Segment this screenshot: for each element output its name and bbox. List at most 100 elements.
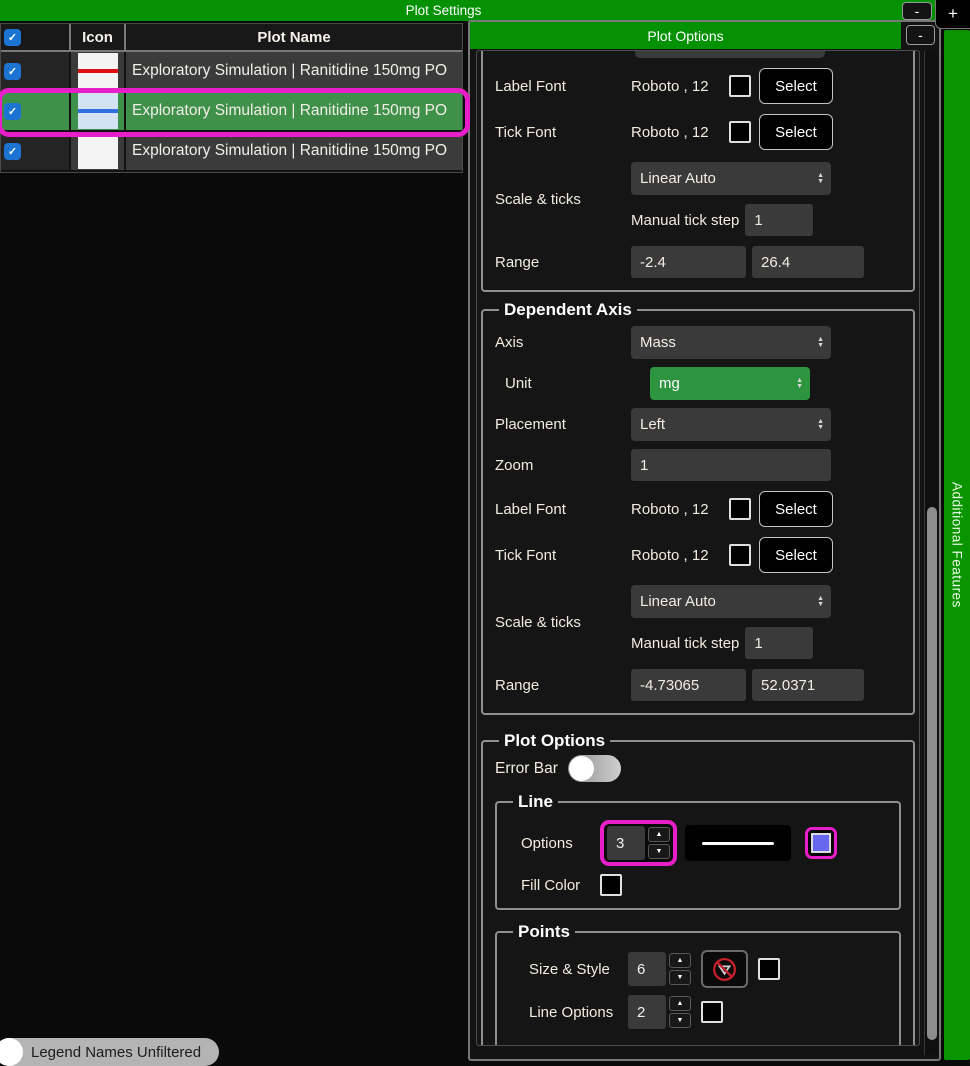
unit-combobox[interactable]: mg ▲▼ <box>650 367 810 400</box>
add-plot-button[interactable]: + <box>935 0 970 29</box>
row-check-cell: ✓ <box>1 92 71 130</box>
dependent-axis-title: Dependent Axis <box>499 300 637 320</box>
spinner-down-button[interactable]: ▼ <box>669 1013 691 1028</box>
combobox-arrows-icon: ▲▼ <box>817 337 824 349</box>
table-row[interactable]: ✓ Exploratory Simulation | Ranitidine 15… <box>1 92 462 132</box>
point-line-options-row: Line Options 2 ▲ ▼ <box>509 994 887 1030</box>
size-style-row: Size & Style 6 ▲ ▼ <box>509 950 887 988</box>
scale-ticks-label: Scale & ticks <box>495 191 631 208</box>
line-width-value[interactable]: 3 <box>607 826 645 860</box>
range-min-input[interactable]: -2.4 <box>631 246 746 278</box>
panel-minimize-button[interactable]: - <box>906 25 935 45</box>
line-group: Line Options 3 ▲ ▼ <box>495 792 901 910</box>
select-font-button[interactable]: Select <box>759 114 833 150</box>
points-group: Points Size & Style 6 ▲ ▼ <box>495 922 901 1046</box>
point-size-value[interactable]: 6 <box>628 952 666 986</box>
font-color-swatch[interactable] <box>729 498 751 520</box>
spinner-down-button[interactable]: ▼ <box>669 970 691 985</box>
axis-row: Axis Mass ▲▼ <box>495 326 901 359</box>
zoom-input[interactable]: 1 <box>631 449 831 481</box>
label-font-value: Roboto , 12 <box>631 501 729 518</box>
placement-combobox[interactable]: Left ▲▼ <box>631 408 831 441</box>
table-row[interactable]: ✓ Exploratory Simulation | Ranitidine 15… <box>1 132 462 172</box>
font-color-swatch[interactable] <box>729 75 751 97</box>
range-max-input[interactable]: 26.4 <box>752 246 864 278</box>
error-bar-toggle[interactable] <box>568 755 621 782</box>
clipped-combobox[interactable] <box>635 51 825 58</box>
unit-label: Unit <box>495 375 631 392</box>
axis-value: Mass <box>640 334 676 351</box>
table-row[interactable]: ✓ Exploratory Simulation | Ranitidine 15… <box>1 52 462 92</box>
line-style-preview[interactable] <box>685 825 791 861</box>
scale-combobox[interactable]: Linear Auto ▲▼ <box>631 585 831 618</box>
tick-font-label: Tick Font <box>495 547 631 564</box>
row-checkbox[interactable]: ✓ <box>4 143 21 160</box>
line-options-label: Options <box>509 835 600 852</box>
range-row: Range -4.73065 52.0371 <box>495 669 901 701</box>
scale-ticks-label: Scale & ticks <box>495 614 631 631</box>
additional-features-tab[interactable]: Additional Features <box>944 30 970 1060</box>
legend-names-toggle[interactable]: Legend Names Unfiltered <box>0 1038 219 1066</box>
manual-tick-input[interactable]: 1 <box>745 204 813 236</box>
select-all-checkbox[interactable]: ✓ <box>4 29 21 46</box>
range-max-input[interactable]: 52.0371 <box>752 669 864 701</box>
spinner-up-button[interactable]: ▲ <box>669 953 691 968</box>
row-check-cell: ✓ <box>1 132 71 170</box>
line-width-highlight: 3 ▲ ▼ <box>600 820 677 866</box>
select-font-button[interactable]: Select <box>759 68 833 104</box>
font-color-swatch[interactable] <box>729 121 751 143</box>
plot-table: ✓ Icon Plot Name ✓ Exploratory Simulatio… <box>0 23 463 173</box>
range-min-input[interactable]: -4.73065 <box>631 669 746 701</box>
plot-options-group: Plot Options Error Bar Line Options 3 ▲ <box>481 731 915 1046</box>
tick-font-row: Tick Font Roboto , 12 Select <box>495 114 901 150</box>
window-minimize-button[interactable]: - <box>902 2 932 20</box>
row-icon-cell <box>71 52 126 90</box>
row-checkbox[interactable]: ✓ <box>4 63 21 80</box>
line-width-spinner[interactable]: 3 ▲ ▼ <box>607 825 670 861</box>
row-icon-cell <box>71 132 126 170</box>
point-color-checkbox[interactable] <box>758 958 780 980</box>
window-title: Plot Settings <box>406 3 530 18</box>
points-group-title: Points <box>513 922 575 942</box>
point-line-width-spinner[interactable]: 2 ▲ ▼ <box>628 994 691 1030</box>
point-style-button[interactable] <box>701 950 748 988</box>
toggle-knob-icon <box>0 1038 23 1066</box>
point-line-width-value[interactable]: 2 <box>628 995 666 1029</box>
scrollbar-thumb[interactable] <box>927 507 937 1040</box>
point-size-spinner[interactable]: 6 ▲ ▼ <box>628 951 691 987</box>
fill-color-checkbox[interactable] <box>600 874 622 896</box>
range-row: Range -2.4 26.4 <box>495 246 901 278</box>
combobox-arrows-icon: ▲▼ <box>817 419 824 431</box>
combobox-arrows-icon: ▲▼ <box>817 173 824 185</box>
line-color-swatch[interactable] <box>811 833 831 853</box>
spinner-up-button[interactable]: ▲ <box>648 827 670 842</box>
tick-font-label: Tick Font <box>495 124 631 141</box>
panel-scrollbar[interactable] <box>924 51 938 1055</box>
spinner-down-button[interactable]: ▼ <box>648 844 670 859</box>
size-style-label: Size & Style <box>529 961 628 978</box>
plot-name-cell: Exploratory Simulation | Ranitidine 150m… <box>126 92 462 130</box>
scale-value: Linear Auto <box>640 593 716 610</box>
row-icon-cell <box>71 92 126 130</box>
select-font-button[interactable]: Select <box>759 491 833 527</box>
font-color-swatch[interactable] <box>729 544 751 566</box>
select-font-button[interactable]: Select <box>759 537 833 573</box>
tick-font-row: Tick Font Roboto , 12 Select <box>495 537 901 573</box>
legend-toggle-label: Legend Names Unfiltered <box>31 1044 201 1061</box>
manual-tick-input[interactable]: 1 <box>745 627 813 659</box>
range-label: Range <box>495 677 631 694</box>
scale-combobox[interactable]: Linear Auto ▲▼ <box>631 162 831 195</box>
unit-row: Unit mg ▲▼ <box>495 367 901 400</box>
combobox-arrows-icon: ▲▼ <box>817 596 824 608</box>
axis-combobox[interactable]: Mass ▲▼ <box>631 326 831 359</box>
dependent-axis-group: Dependent Axis Axis Mass ▲▼ Unit mg ▲▼ <box>481 300 915 715</box>
tick-font-value: Roboto , 12 <box>631 124 729 141</box>
plot-line-icon <box>78 93 118 129</box>
row-checkbox[interactable]: ✓ <box>4 103 21 120</box>
point-line-color-checkbox[interactable] <box>701 1001 723 1023</box>
column-header-icon: Icon <box>71 24 126 50</box>
placement-label: Placement <box>495 416 631 433</box>
spinner-up-button[interactable]: ▲ <box>669 996 691 1011</box>
label-font-label: Label Font <box>495 501 631 518</box>
plot-line-color <box>78 109 118 113</box>
